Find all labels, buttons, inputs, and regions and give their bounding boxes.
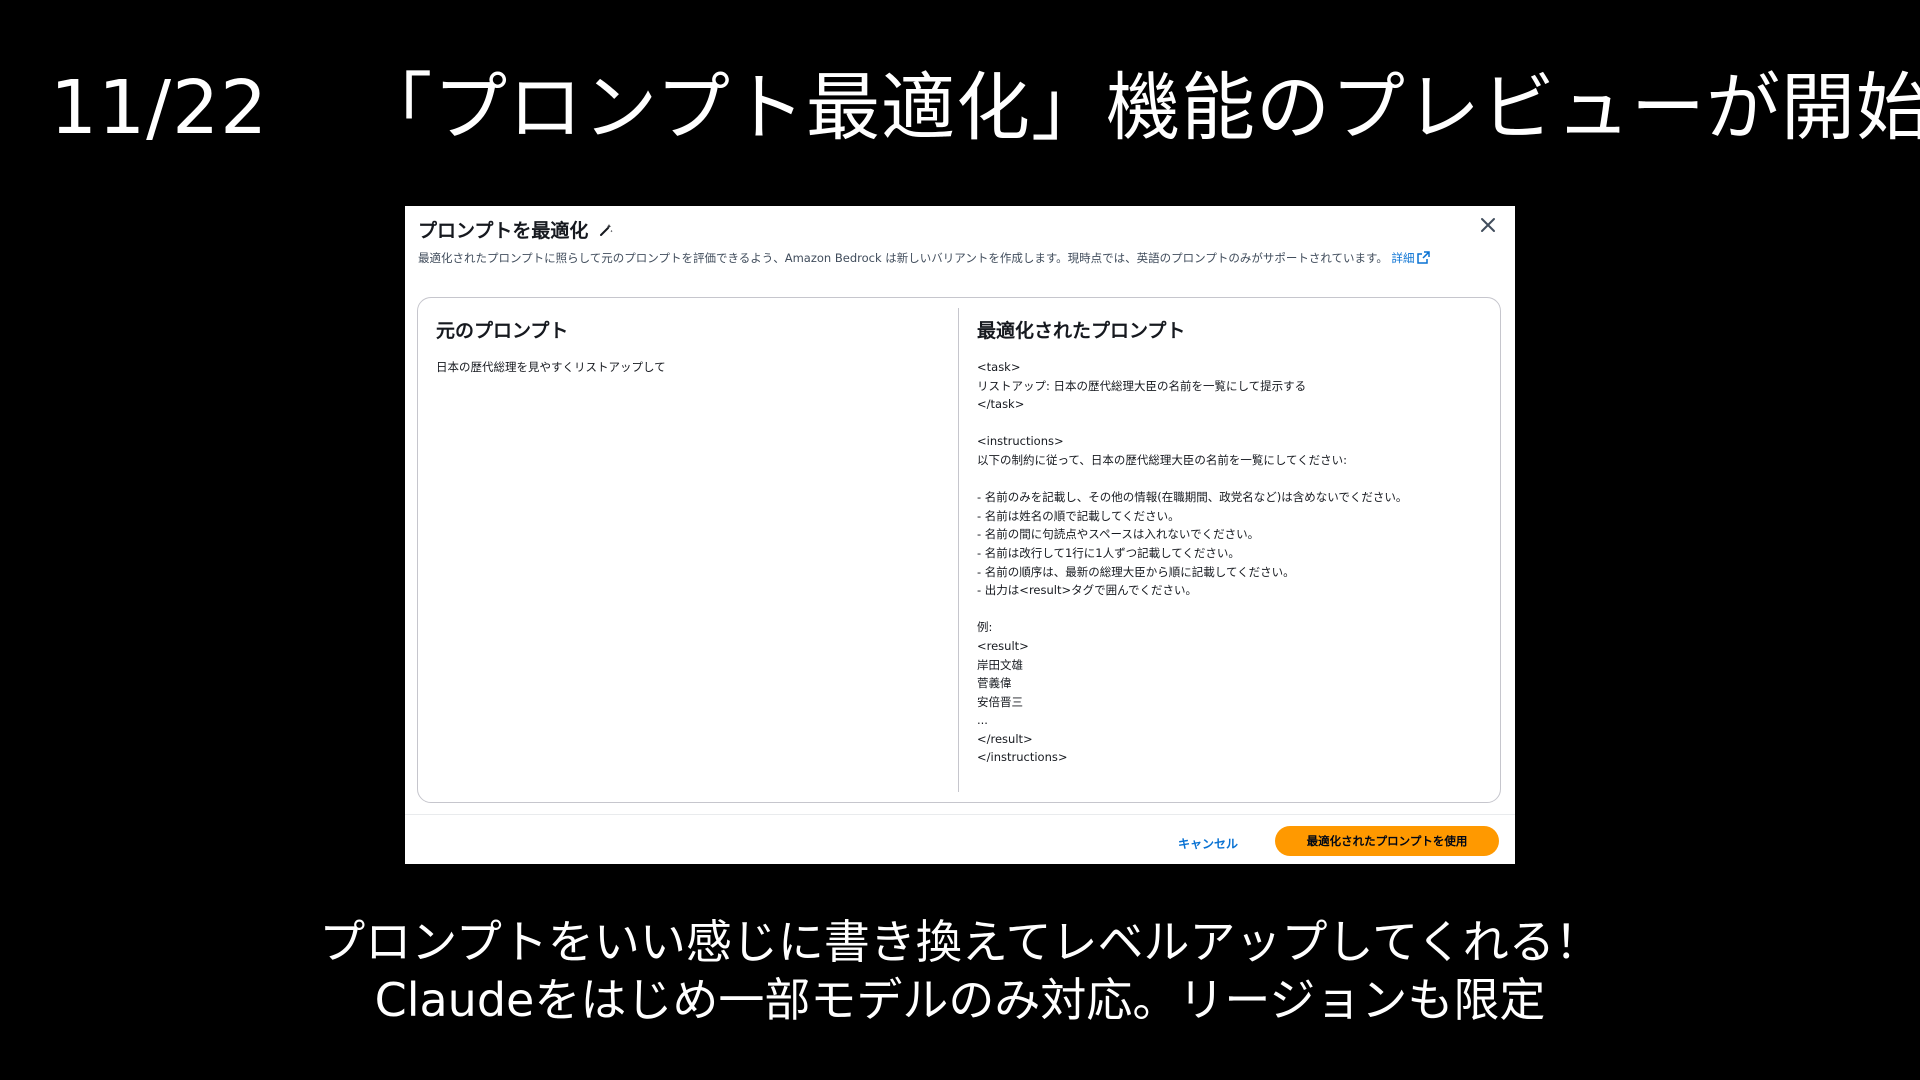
external-link-icon [1417, 251, 1431, 264]
modal-description: 最適化されたプロンプトに照らして元のプロンプトを評価できるよう、Amazon B… [418, 249, 1478, 267]
original-prompt-text: 日本の歴代総理を見やすくリストアップして [436, 360, 666, 374]
modal-title-text: プロンプトを最適化 [418, 220, 589, 242]
footer-divider [405, 814, 1515, 815]
caption-line-2: Claudeをはじめ一部モデルのみ対応。リージョンも限定 [374, 973, 1546, 1027]
learn-more-link[interactable]: 詳細 [1391, 251, 1431, 265]
use-optimized-prompt-button[interactable]: 最適化されたプロンプトを使用 [1275, 826, 1499, 856]
magic-wand-icon [600, 223, 614, 236]
optimize-prompt-modal: プロンプトを最適化 最適化されたプロンプトに照らして元のプロンプトを評価できるよ… [405, 206, 1515, 864]
original-prompt-heading: 元のプロンプト [436, 320, 569, 342]
cancel-button[interactable]: キャンセル [1168, 830, 1248, 858]
original-prompt-column: 元のプロンプト 日本の歴代総理を見やすくリストアップして [418, 298, 958, 802]
slide-title: 11/22 「プロンプト最適化」機能のプレビューが開始 [50, 58, 1920, 158]
optimized-prompt-heading: 最適化されたプロンプト [977, 320, 1186, 342]
optimized-prompt-text: <task> リストアップ: 日本の歴代総理大臣の名前を一覧にして提示する </… [977, 360, 1408, 765]
optimized-prompt-column: 最適化されたプロンプト <task> リストアップ: 日本の歴代総理大臣の名前を… [958, 308, 1500, 792]
description-text: 最適化されたプロンプトに照らして元のプロンプトを評価できるよう、Amazon B… [418, 251, 1388, 265]
learn-more-label: 詳細 [1391, 251, 1415, 265]
slide-heading: 「プロンプト最適化」機能のプレビューが開始 [358, 65, 1920, 151]
modal-title: プロンプトを最適化 [418, 216, 614, 243]
slide-date: 11/22 [50, 65, 269, 151]
caption-line-1: プロンプトをいい感じに書き換えてレベルアップしてくれる！ [319, 915, 1601, 969]
prompt-comparison-panel: 元のプロンプト 日本の歴代総理を見やすくリストアップして 最適化されたプロンプト… [417, 297, 1501, 803]
close-icon[interactable] [1477, 214, 1499, 236]
